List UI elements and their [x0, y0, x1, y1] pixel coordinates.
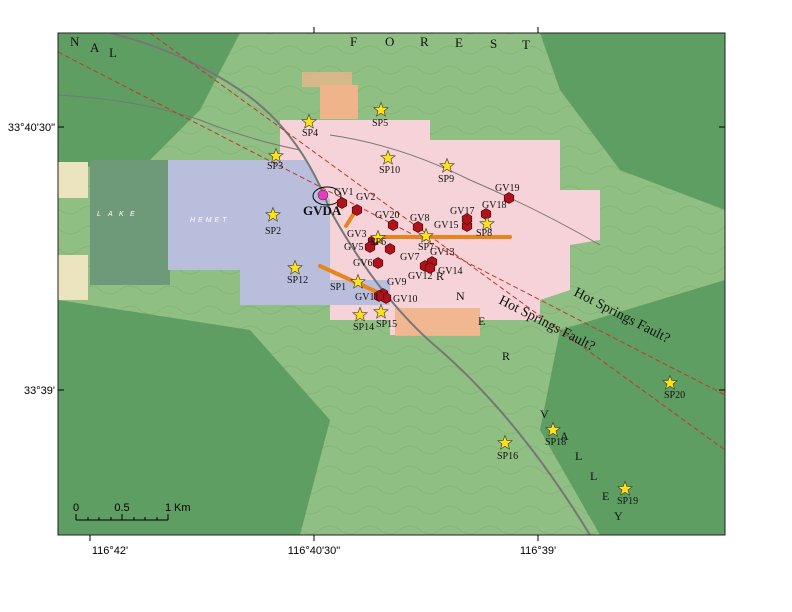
sp-station-label-sp9: SP9	[438, 174, 454, 185]
forest-letter-2: O	[385, 34, 395, 49]
valley-bottom-letter-4: L	[590, 469, 597, 483]
lon-label-1: 116°42'	[92, 545, 128, 557]
scale-unit: Km	[174, 502, 191, 514]
gv-well-marker-gv20	[387, 219, 399, 231]
valley-bottom-letter-5: E	[602, 489, 609, 503]
valley-bottom-letter-3: L	[575, 449, 582, 463]
gv-well-label-gv11: GV11	[355, 292, 379, 303]
sp-station-label-sp3: SP3	[267, 161, 283, 172]
sp-station-label-sp16: SP16	[497, 451, 518, 462]
beige-parcel-west-2	[58, 255, 88, 300]
gv-well-label-gv20: GV20	[375, 210, 399, 221]
sp-station-label-sp20: SP20	[664, 390, 685, 401]
longitude-labels: 116°42' 116°40'30" 116°39'	[92, 545, 556, 557]
scale-label-0: 0	[73, 502, 79, 514]
gv-well-marker-gv19	[503, 192, 515, 204]
lat-label-1: 33°40'30"	[8, 122, 55, 134]
lake-letter-4: E	[130, 211, 138, 218]
lake-name: HEMET	[190, 217, 230, 224]
sp-station-label-sp1: SP1	[330, 282, 346, 293]
lake-letter-1: L	[97, 211, 104, 218]
gv-well-label-gv15: GV15	[434, 220, 458, 231]
sp-station-label-sp4: SP4	[302, 128, 318, 139]
gv-well-label-gv5: GV5	[344, 242, 363, 253]
forest-letter-6: T	[522, 37, 531, 52]
orange-parcel-north	[320, 85, 358, 119]
valley-bottom-letter-6: Y	[614, 509, 623, 523]
gv-well-marker-gv1	[336, 197, 348, 209]
gv-well-label-gv18: GV18	[482, 200, 506, 211]
nal-letter-3: L	[109, 45, 118, 60]
gv-well-label-gv8: GV8	[410, 213, 429, 224]
valley-top-letter-3: E	[478, 314, 485, 328]
scale-label-1: 1	[165, 502, 171, 514]
gv-well-marker-gv14	[424, 262, 436, 274]
gvda-label: GVDA	[303, 203, 342, 218]
gv-well-label-gv14: GV14	[438, 266, 462, 277]
gv-well-label-gv7: GV7	[400, 252, 419, 263]
sp-station-label-sp2: SP2	[265, 226, 281, 237]
sp-station-label-sp18: SP18	[545, 437, 566, 448]
gv-well-label-gv19: GV19	[495, 183, 519, 194]
lake-letter-3: K	[119, 211, 127, 218]
lake-letter-2: A	[107, 211, 116, 218]
gv-well-label-gv3: GV3	[347, 229, 366, 240]
lake-hemet	[90, 160, 170, 285]
gv-well-label-gv2: GV2	[356, 192, 375, 203]
orange-parcel-south	[395, 308, 480, 336]
sp-station-label-sp14: SP14	[353, 322, 374, 333]
lon-label-3: 116°39'	[520, 545, 556, 557]
nal-letter-1: N	[70, 34, 80, 49]
sp-station-label-sp10: SP10	[379, 165, 400, 176]
valley-bottom-letter-1: V	[540, 407, 549, 421]
valley-top-letter-4: R	[502, 349, 510, 363]
geologic-map: 33°40'30" 33°39' 116°42' 116°40'30" 116°…	[8, 27, 726, 557]
valley-top-letter-2: N	[456, 289, 465, 303]
gv-well-marker-gv2	[351, 204, 363, 216]
nal-letter-2: A	[90, 40, 100, 55]
scale-label-half: 0.5	[114, 502, 129, 514]
latitude-labels: 33°40'30" 33°39'	[8, 122, 55, 397]
gv-well-label-gv9: GV9	[387, 277, 406, 288]
lon-label-2: 116°40'30"	[288, 545, 341, 557]
sp-station-label-sp8: SP8	[476, 228, 492, 239]
sp-station-label-sp12: SP12	[287, 275, 308, 286]
gv-well-label-gv17: GV17	[450, 206, 474, 217]
sp-station-label-sp15: SP15	[376, 319, 397, 330]
forest-letter-1: F	[350, 34, 358, 49]
sp-station-label-sp5: SP5	[372, 118, 388, 129]
gv-well-label-gv1: GV1	[334, 187, 353, 198]
gv-well-label-gv10: GV10	[393, 294, 417, 305]
forest-letter-5: S	[490, 36, 498, 51]
forest-letter-3: R	[420, 34, 430, 49]
forest-letter-4: E	[455, 35, 464, 50]
sp-station-label-sp19: SP19	[617, 496, 638, 507]
gv-well-label-gv6: GV6	[353, 258, 372, 269]
sp-station-label-sp6: SP6	[370, 237, 386, 248]
lat-label-2: 33°39'	[24, 385, 55, 397]
orange-parcel-north-2	[302, 72, 352, 87]
gv-well-marker-gv6	[372, 257, 384, 269]
gv-well-marker-gv7	[384, 243, 396, 255]
beige-parcel-west	[58, 162, 88, 198]
sp-station-label-sp7: SP7	[418, 242, 434, 253]
gvda-marker	[317, 189, 329, 201]
